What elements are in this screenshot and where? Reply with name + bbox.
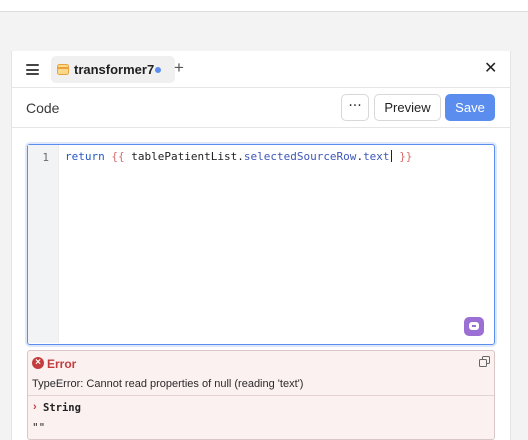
- add-tab-button[interactable]: +: [174, 59, 184, 77]
- right-edge: [511, 51, 528, 440]
- divider: [28, 395, 494, 396]
- line-gutter: 1: [28, 145, 59, 343]
- error-message: TypeError: Cannot read properties of nul…: [32, 378, 304, 390]
- unsaved-dot-icon: [155, 67, 161, 73]
- line-number: 1: [42, 151, 49, 164]
- error-panel: × Error TypeError: Cannot read propertie…: [27, 350, 495, 440]
- tab-bar: transformer7 + ✕: [12, 51, 510, 88]
- hamburger-icon[interactable]: [26, 64, 39, 75]
- error-title: Error: [47, 357, 77, 371]
- copy-icon[interactable]: [479, 356, 491, 368]
- tab-label: transformer7: [74, 62, 155, 77]
- code-object: tablePatientList: [131, 150, 238, 163]
- code-line[interactable]: return {{ tablePatientList.selectedSourc…: [65, 150, 412, 163]
- value-type-label[interactable]: String: [43, 402, 81, 414]
- panel-header: Code ··· Preview Save: [12, 89, 510, 128]
- preview-button[interactable]: Preview: [374, 94, 441, 121]
- code-property: text: [363, 150, 390, 163]
- tab-transformer7[interactable]: transformer7: [51, 56, 175, 83]
- error-icon: ×: [32, 357, 44, 369]
- result-value: "": [32, 421, 46, 434]
- code-dot: .: [237, 150, 244, 163]
- code-close-brace: }}: [399, 150, 413, 163]
- code-panel: transformer7 + ✕ Code ··· Preview Save 1…: [11, 51, 511, 440]
- top-bar: [0, 0, 528, 12]
- code-property: selectedSourceRow: [243, 150, 357, 163]
- close-icon[interactable]: ✕: [484, 60, 497, 78]
- chevron-right-icon[interactable]: ›: [33, 401, 37, 413]
- code-keyword: return: [65, 150, 105, 163]
- ai-assist-icon[interactable]: [464, 317, 484, 336]
- panel-title: Code: [26, 100, 60, 116]
- text-cursor: [390, 150, 392, 162]
- code-editor[interactable]: 1 return {{ tablePatientList.selectedSou…: [27, 144, 495, 345]
- query-icon: [57, 64, 69, 75]
- code-open-brace: {{: [111, 150, 125, 163]
- more-options-button[interactable]: ···: [341, 94, 369, 121]
- save-button[interactable]: Save: [445, 94, 495, 121]
